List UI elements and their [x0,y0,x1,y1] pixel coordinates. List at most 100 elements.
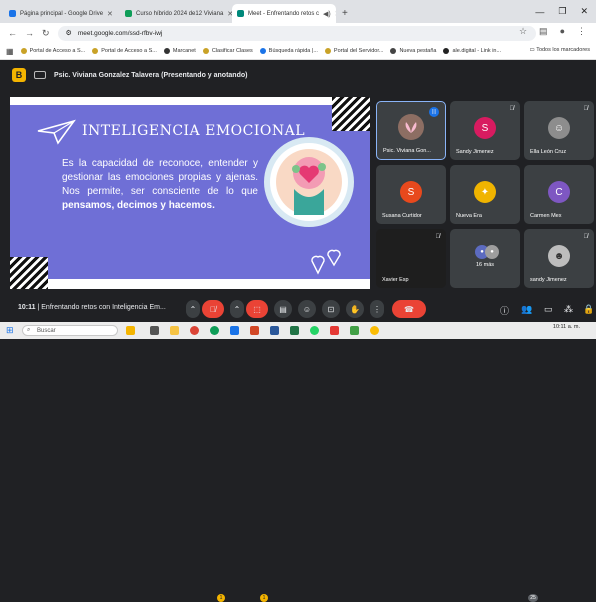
people-icon[interactable]: 👥 [521,304,532,315]
bookmark-star-icon[interactable]: ☆ [519,26,527,37]
notification-badge: 1 [217,594,225,602]
whatsapp-icon[interactable] [310,326,319,335]
windows-taskbar: ⊞ ⌕ Buscar 10:11 a. m. [0,322,596,339]
mic-toggle-button[interactable]: 🎙̸ [202,300,224,318]
file-explorer-icon[interactable] [170,326,179,335]
camera-off-icon: ⬚ [253,304,261,314]
info-icon[interactable]: ⓘ [500,304,509,317]
participant-tile[interactable]: 🎙̸ S Sandy Jimenez [450,101,520,160]
zigzag-decoration [10,257,48,289]
widgets-icon[interactable] [126,326,135,335]
participant-name: Sandy Jimenez [456,149,494,155]
tab-meet[interactable]: Meet - Enfrentando retos c ◀) ✕ [232,4,336,23]
slide-title: INTELIGENCIA EMOCIONAL [82,123,306,139]
more-count: 16 más [476,262,495,268]
address-bar[interactable]: ⚙ meet.google.com/ssd-rfbv-iwj [57,25,536,41]
edge-icon[interactable] [210,326,219,335]
minimize-icon[interactable]: — [535,7,544,17]
leave-call-button[interactable]: ☎ [392,300,426,318]
meet-control-bar: 10:11 | Enfrentando retos con Inteligenc… [0,296,596,602]
more-participants-tile[interactable]: ● ● 16 más [450,229,520,288]
bookmarks-bar: ▦ Portal de Acceso a S... Portal de Acce… [0,43,596,60]
avatar: S [400,181,422,203]
bookmark-item[interactable]: Clasificar Clases [202,48,253,54]
store-icon[interactable] [230,326,239,335]
tab-curso[interactable]: Curso híbrido 2024 de12 Viviana ✕ [120,4,232,23]
audio-icon[interactable]: ◀) [323,10,331,18]
forward-icon[interactable]: → [25,28,34,38]
participant-tile[interactable]: 🎙̸ Xavier Esp [376,229,446,288]
camera-toggle-button[interactable]: ⬚ [246,300,268,318]
meeting-info: 10:11 | Enfrentando retos con Inteligenc… [18,304,166,311]
bookmark-item[interactable]: ale.digital - Link in... [443,48,501,54]
profile-icon[interactable]: ● [560,26,565,37]
participant-name: Psic. Viviana Gon... [383,148,431,154]
search-placeholder: Buscar [37,327,56,334]
bookmark-item[interactable]: Portal de Acceso a S... [20,48,85,54]
tab-drive[interactable]: Página principal - Google Drive ✕ [4,4,120,23]
reactions-button[interactable]: ☺ [298,300,316,318]
lotus-icon [405,122,417,133]
chat-icon[interactable]: ▭ [544,304,553,315]
present-button[interactable]: ⊡ [322,300,340,318]
bookmark-icon [259,48,266,54]
meet-icon [237,10,244,17]
participant-tile[interactable]: 🎙̸ ☻ sandy Jimenez [524,229,594,288]
slide-bottom-band [10,279,370,289]
task-view-icon[interactable] [150,326,159,335]
chrome-icon[interactable] [190,326,199,335]
close-window-icon[interactable]: ✕ [580,6,588,17]
powerpoint-icon[interactable] [250,326,259,335]
meeting-name: Enfrentando retos con Inteligencia Em... [41,304,166,311]
more-options-button[interactable]: ⋮ [370,300,384,318]
menu-icon[interactable]: ⋮ [577,26,586,37]
participant-name: Nueva Era [456,213,482,219]
mic-options-button[interactable]: ⌃ [186,300,200,318]
participant-tile[interactable]: 🎙̸ ☺ Ella León Cruz [524,101,594,160]
participant-name: Ella León Cruz [530,149,567,155]
bookmark-item[interactable]: Marcanet [163,48,196,54]
site-info-icon[interactable]: ⚙ [66,29,72,37]
participant-name: sandy Jimenez [530,277,567,283]
presented-slide: INTELIGENCIA EMOCIONAL Es la capacidad d… [10,97,370,289]
lock-icon[interactable]: 🔒 [583,304,594,315]
participant-tile[interactable]: ✦ Nueva Era [450,165,520,224]
window-controls: — ❐ ✕ [535,0,596,23]
avatar-stack-icon: ● [485,245,499,259]
participant-name: Carmen Mex [530,213,562,219]
activities-icon[interactable]: ⁂ [564,304,573,315]
emoji-icon: ☺ [302,304,312,314]
new-tab-button[interactable]: + [336,4,354,23]
windows-start-icon[interactable]: ⊞ [6,325,14,336]
app-icon[interactable] [330,326,339,335]
participant-tile[interactable]: C Carmen Mex [524,165,594,224]
excel-icon[interactable] [290,326,299,335]
hang-up-icon: ☎ [404,304,414,314]
reload-icon[interactable]: ↻ [42,28,50,39]
hand-icon: ✋ [350,304,360,314]
bookmark-item[interactable]: Nueva pestaña [390,48,436,54]
close-icon[interactable]: ✕ [107,10,113,18]
raise-hand-button[interactable]: ✋ [346,300,364,318]
bookmark-item[interactable]: Portal de Acceso a S... [92,48,157,54]
camera-options-button[interactable]: ⌃ [230,300,244,318]
apps-icon[interactable]: ▦ [6,47,14,56]
meeting-time: 10:11 [18,304,36,311]
taskbar-search[interactable]: ⌕ Buscar [22,325,118,336]
back-icon[interactable]: ← [8,28,17,38]
bookmark-item[interactable]: Portal del Servidor... [324,48,383,54]
bookmark-item[interactable]: Búsqueda rápida |... [259,48,318,54]
captions-button[interactable]: ▤ [274,300,292,318]
maximize-icon[interactable]: ❐ [558,6,566,17]
participant-tile[interactable]: S Susana Curtidor [376,165,446,224]
classroom-icon [125,10,132,17]
participant-tile[interactable]: ||| Psic. Viviana Gon... [376,101,446,160]
word-icon[interactable] [270,326,279,335]
taskbar-clock: 10:11 a. m. [552,324,580,330]
all-bookmarks[interactable]: ▭ Todos los marcadores [530,47,590,53]
avatar: C [548,181,570,203]
app-icon[interactable] [350,326,359,335]
extensions-icon[interactable]: ▤ [539,26,548,37]
chrome-icon[interactable] [370,326,379,335]
slide-top-band [10,97,370,105]
